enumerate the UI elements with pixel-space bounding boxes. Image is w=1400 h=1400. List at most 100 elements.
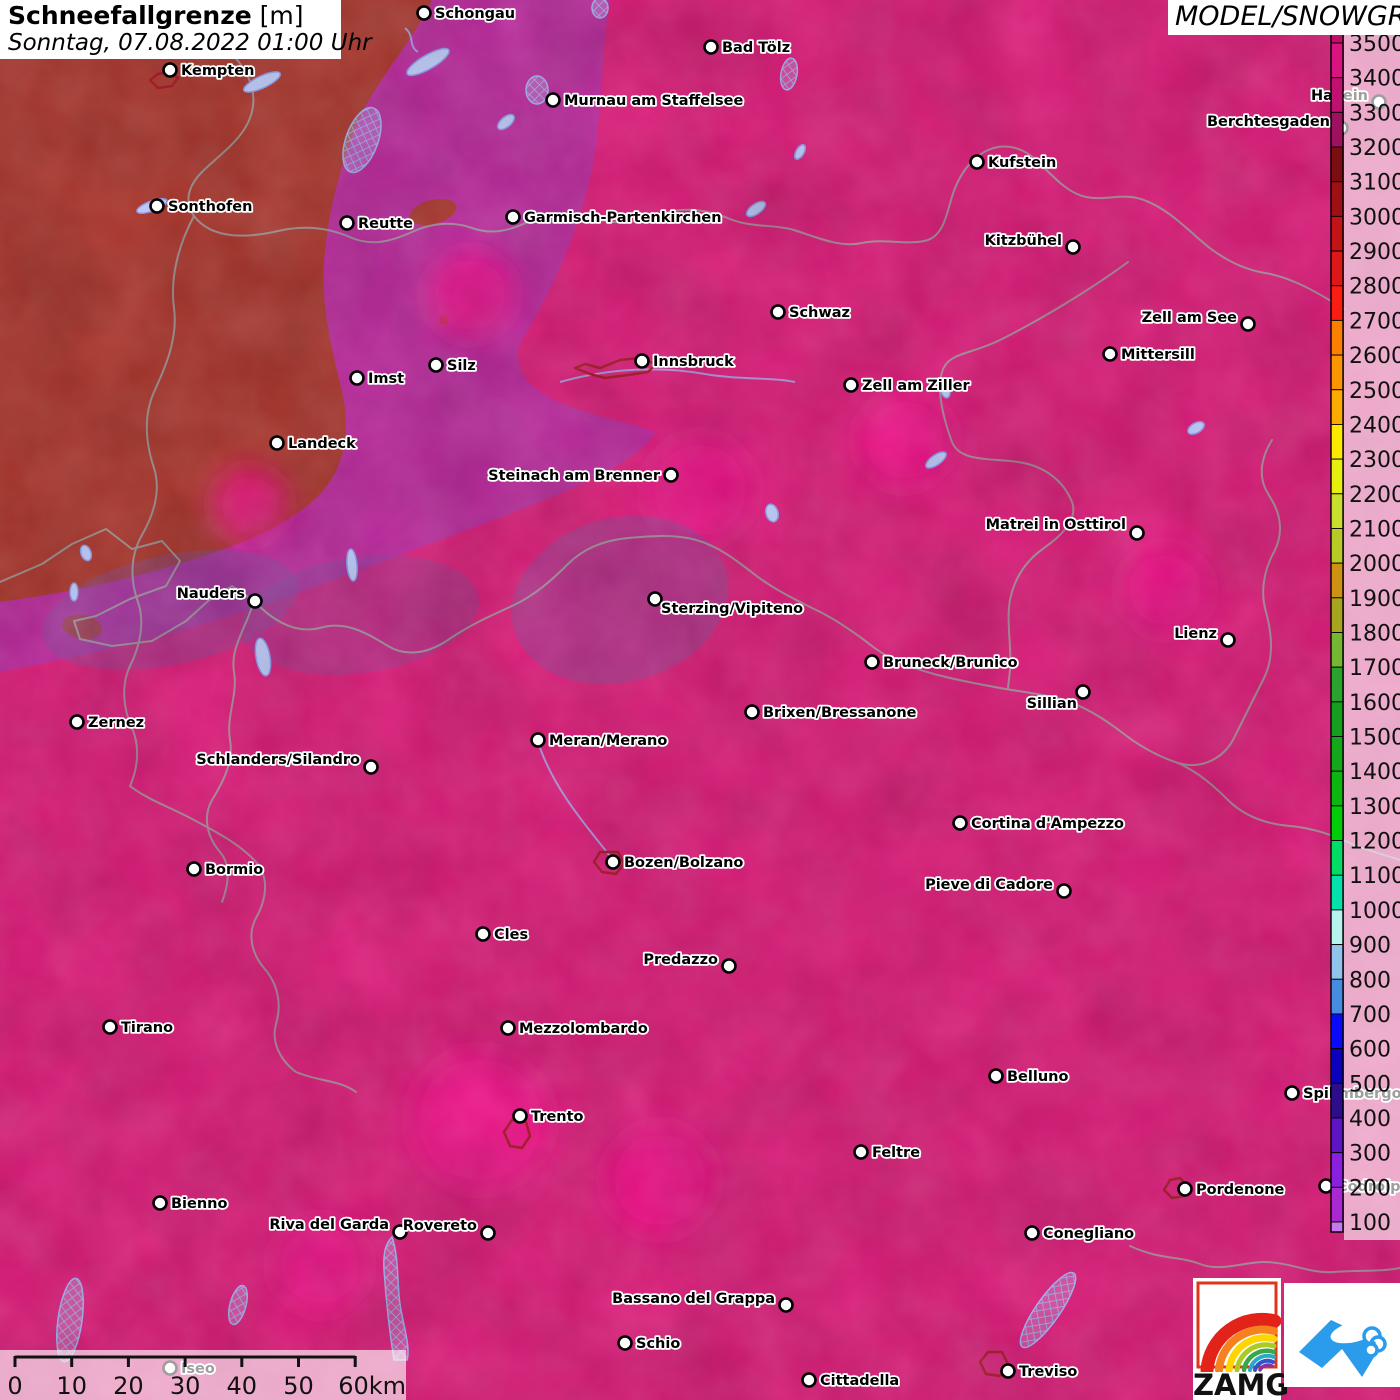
legend-tick-label: 2100: [1349, 517, 1400, 542]
legend-color-segment: [1331, 147, 1343, 182]
city-dot: [1002, 1365, 1015, 1378]
legend-color-segment: [1331, 43, 1343, 78]
city-label: Meran/Merano: [549, 733, 667, 749]
zamg-rainbow-arcs: [1207, 1319, 1275, 1370]
legend-tick-label: 1900: [1349, 587, 1400, 612]
scale-bar-label: 30: [170, 1372, 201, 1400]
city-marker: Cortina d'Ampezzo: [954, 816, 1125, 832]
legend-color-segment: [1331, 1153, 1343, 1188]
city-label: Mezzolombardo: [519, 1021, 648, 1037]
city-label: Conegliano: [1043, 1226, 1134, 1242]
city-marker: Zell am Ziller: [845, 378, 971, 394]
legend-color-segment: [1331, 667, 1343, 702]
city-label: Sterzing/Vipiteno: [661, 601, 803, 617]
legend-tick-label: 1200: [1349, 830, 1400, 855]
city-label: Garmisch-Partenkirchen: [524, 210, 722, 226]
legend-color-segment: [1331, 563, 1343, 598]
legend-color-segment: [1331, 1014, 1343, 1049]
legend-color-segment: [1331, 320, 1343, 355]
city-label: Schlanders/Silandro: [196, 752, 360, 768]
city-dot: [477, 928, 490, 941]
legend-color-segment: [1331, 1118, 1343, 1153]
legend-color-segment: [1331, 390, 1343, 425]
legend-tick-label: 2300: [1349, 448, 1400, 473]
city-dot: [271, 437, 284, 450]
city-label: Sonthofen: [168, 199, 252, 215]
city-marker: Tirano: [104, 1020, 174, 1036]
city-dot: [971, 156, 984, 169]
legend-tick-label: 2400: [1349, 413, 1400, 438]
city-dot: [1242, 318, 1255, 331]
title-unit: [m]: [260, 1, 304, 30]
legend-color-segment: [1331, 494, 1343, 529]
elevation-legend: 3500340033003200310030002900280027002600…: [1331, 0, 1400, 1240]
legend-tick-label: 100: [1349, 1211, 1391, 1236]
city-dot: [151, 200, 164, 213]
city-label: Imst: [368, 371, 404, 387]
scale-bar-label: 0: [7, 1372, 22, 1400]
city-label: Bienno: [171, 1196, 228, 1212]
city-label: Innsbruck: [653, 354, 734, 370]
legend-tick-label: 2500: [1349, 379, 1400, 404]
city-dot: [803, 1374, 816, 1387]
legend-tick-label: 500: [1349, 1072, 1391, 1097]
city-label: Mittersill: [1121, 347, 1195, 363]
city-dot: [507, 211, 520, 224]
city-label: Bassano del Grappa: [612, 1291, 775, 1307]
city-dot: [1077, 686, 1090, 699]
title-parameter: Schneefallgrenze: [8, 1, 252, 30]
map-title: Schneefallgrenze [m]: [8, 2, 341, 30]
city-dot: [855, 1146, 868, 1159]
city-label: Zell am Ziller: [862, 378, 971, 394]
city-label: Landeck: [288, 436, 356, 452]
city-dot: [649, 593, 662, 606]
map-datetime: Sonntag, 07.08.2022 01:00 Uhr: [8, 30, 341, 56]
legend-color-segment: [1331, 841, 1343, 876]
legend-tick-label: 400: [1349, 1107, 1391, 1132]
city-dot: [772, 306, 785, 319]
legend-tick-label: 3500: [1349, 32, 1400, 57]
city-label: Kitzbühel: [985, 233, 1062, 249]
legend-color-segment: [1331, 216, 1343, 251]
scale-bar-label: 50: [283, 1372, 314, 1400]
legend-color-segment: [1331, 806, 1343, 841]
legend-color-segment: [1331, 1187, 1343, 1222]
city-label: Sillian: [1027, 696, 1077, 712]
legend-tick-label: 1000: [1349, 899, 1400, 924]
legend-color-segment: [1331, 598, 1343, 633]
city-label: Lienz: [1174, 626, 1217, 642]
city-dot: [845, 379, 858, 392]
city-dot: [1058, 885, 1071, 898]
legend-tick-label: 1600: [1349, 691, 1400, 716]
city-label: Steinach am Brenner: [488, 468, 661, 484]
legend-color-segment: [1331, 355, 1343, 390]
city-label: Bad Tölz: [722, 40, 790, 56]
legend-color-segment: [1331, 1222, 1343, 1232]
city-dot: [1131, 527, 1144, 540]
legend-tick-label: 1400: [1349, 760, 1400, 785]
legend-tick-label: 1300: [1349, 795, 1400, 820]
city-label: Rovereto: [403, 1218, 477, 1234]
city-marker: Bruneck/Brunico: [866, 655, 1018, 671]
legend-color-segment: [1331, 910, 1343, 945]
city-dot: [532, 734, 545, 747]
city-dot: [1026, 1227, 1039, 1240]
city-dot: [1067, 241, 1080, 254]
scale-bar-label: 20: [113, 1372, 144, 1400]
city-dot: [746, 706, 759, 719]
snowline-weather-map: SchongauBad TölzKemptenMurnau am Staffel…: [0, 0, 1400, 1400]
legend-tick-label: 1100: [1349, 864, 1400, 889]
zamg-wordmark: ZAMG: [1193, 1368, 1281, 1400]
legend-tick-label: 1500: [1349, 726, 1400, 751]
zamg-logo: ZAMG: [1193, 1278, 1281, 1400]
legend-color-segment: [1331, 979, 1343, 1014]
city-marker: Brixen/Bressanone: [746, 705, 917, 721]
legend-tick-label: 1800: [1349, 622, 1400, 647]
city-label: Schongau: [435, 6, 515, 22]
legend-tick-label: 2600: [1349, 344, 1400, 369]
city-dot: [1286, 1087, 1299, 1100]
city-dot: [607, 856, 620, 869]
distance-scale-bar: 0102030405060km: [0, 1350, 406, 1400]
city-label: Bruneck/Brunico: [883, 655, 1018, 671]
city-label: Cles: [494, 927, 528, 943]
